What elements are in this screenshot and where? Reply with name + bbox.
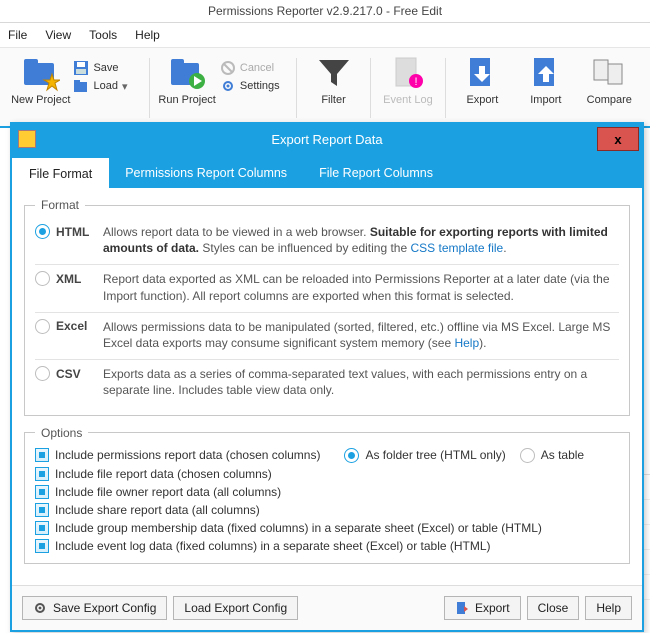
dialog-tabs: File Format Permissions Report Columns F… [12, 154, 642, 188]
app-title: Permissions Reporter v2.9.217.0 - Free E… [0, 0, 650, 23]
filter-icon [315, 54, 353, 92]
compare-icon [590, 54, 628, 92]
format-desc-xml: Report data exported as XML can be reloa… [103, 271, 619, 303]
radio-as-tree[interactable] [344, 448, 359, 463]
options-group: Options Include permissions report data … [24, 426, 630, 564]
checkbox-include-file[interactable] [35, 467, 49, 481]
link-css-template[interactable]: CSS template file [411, 241, 504, 255]
export-dialog: Export Report Data x File Format Permiss… [10, 122, 644, 632]
ribbon-compare[interactable]: Compare [579, 54, 640, 106]
ribbon-settings[interactable]: Settings [220, 78, 290, 94]
link-help[interactable]: Help [454, 336, 479, 350]
dialog-title: Export Report Data [271, 132, 382, 147]
export-icon [463, 54, 501, 92]
menu-tools[interactable]: Tools [89, 28, 117, 42]
format-label-html: HTML [56, 225, 89, 239]
radio-xml[interactable] [35, 271, 50, 286]
gear-icon [33, 601, 47, 615]
ribbon-run-project[interactable]: Run Project [156, 54, 217, 106]
radio-csv[interactable] [35, 366, 50, 381]
checkbox-include-eventlog[interactable] [35, 539, 49, 553]
help-button[interactable]: Help [585, 596, 632, 620]
load-config-button[interactable]: Load Export Config [173, 596, 298, 620]
folder-star-icon [22, 54, 60, 92]
cancel-icon [220, 60, 236, 76]
export-icon [455, 601, 469, 615]
ribbon-filter[interactable]: Filter [303, 54, 364, 106]
close-icon: x [614, 132, 621, 147]
options-legend: Options [35, 426, 88, 440]
format-desc-csv: Exports data as a series of comma-separa… [103, 366, 619, 398]
import-icon [527, 54, 565, 92]
menu-help[interactable]: Help [135, 28, 160, 42]
format-row-excel: Excel Allows permissions data to be mani… [35, 313, 619, 360]
format-label-xml: XML [56, 272, 81, 286]
ribbon-import[interactable]: Import [515, 54, 576, 106]
format-label-excel: Excel [56, 319, 87, 333]
radio-as-table[interactable] [520, 448, 535, 463]
load-icon [73, 78, 89, 94]
dialog-footer: Save Export Config Load Export Config Ex… [12, 585, 642, 630]
ribbon-load[interactable]: Load ▾ [73, 78, 143, 94]
format-desc-excel: Allows permissions data to be manipulate… [103, 319, 619, 351]
dialog-titlebar: Export Report Data x [12, 124, 642, 154]
label-include-group: Include group membership data (fixed col… [55, 521, 542, 535]
radio-excel[interactable] [35, 319, 50, 334]
dialog-sys-icon [18, 130, 36, 148]
format-label-csv: CSV [56, 367, 81, 381]
dialog-body: Format HTML Allows report data to be vie… [12, 188, 642, 578]
tab-file-format[interactable]: File Format [12, 158, 109, 189]
save-config-button[interactable]: Save Export Config [22, 596, 167, 620]
menu-view[interactable]: View [45, 28, 71, 42]
format-desc-html: Allows report data to be viewed in a web… [103, 224, 619, 256]
format-row-html: HTML Allows report data to be viewed in … [35, 218, 619, 265]
checkbox-include-share[interactable] [35, 503, 49, 517]
tab-permissions-columns[interactable]: Permissions Report Columns [109, 158, 303, 188]
checkbox-include-permissions[interactable] [35, 448, 49, 462]
label-include-permissions: Include permissions report data (chosen … [55, 448, 320, 462]
ribbon-event-log: ! Event Log [377, 54, 438, 106]
ribbon-save[interactable]: Save [73, 60, 143, 76]
ribbon-cancel: Cancel [220, 60, 290, 76]
label-as-tree: As folder tree (HTML only) [365, 448, 505, 462]
ribbon: New Project Save Load ▾ Run Project [0, 48, 650, 128]
settings-icon [220, 78, 236, 94]
format-row-xml: XML Report data exported as XML can be r… [35, 265, 619, 312]
ribbon-export[interactable]: Export [452, 54, 513, 106]
label-include-owner: Include file owner report data (all colu… [55, 485, 281, 499]
label-include-eventlog: Include event log data (fixed columns) i… [55, 539, 491, 553]
format-legend: Format [35, 198, 85, 212]
checkbox-include-owner[interactable] [35, 485, 49, 499]
tab-file-columns[interactable]: File Report Columns [303, 158, 449, 188]
label-include-file: Include file report data (chosen columns… [55, 467, 272, 481]
checkbox-include-group[interactable] [35, 521, 49, 535]
format-group: Format HTML Allows report data to be vie… [24, 198, 630, 416]
save-icon [73, 60, 89, 76]
dialog-close-button[interactable]: x [597, 127, 639, 151]
menubar: File View Tools Help [0, 23, 650, 48]
format-row-csv: CSV Exports data as a series of comma-se… [35, 360, 619, 406]
event-log-icon: ! [389, 54, 427, 92]
radio-html[interactable] [35, 224, 50, 239]
label-as-table: As table [541, 448, 584, 462]
svg-text:!: ! [414, 76, 417, 88]
ribbon-new-project[interactable]: New Project [10, 54, 71, 106]
run-icon [168, 54, 206, 92]
label-include-share: Include share report data (all columns) [55, 503, 260, 517]
menu-file[interactable]: File [8, 28, 27, 42]
close-button[interactable]: Close [527, 596, 580, 620]
export-button[interactable]: Export [444, 596, 521, 620]
